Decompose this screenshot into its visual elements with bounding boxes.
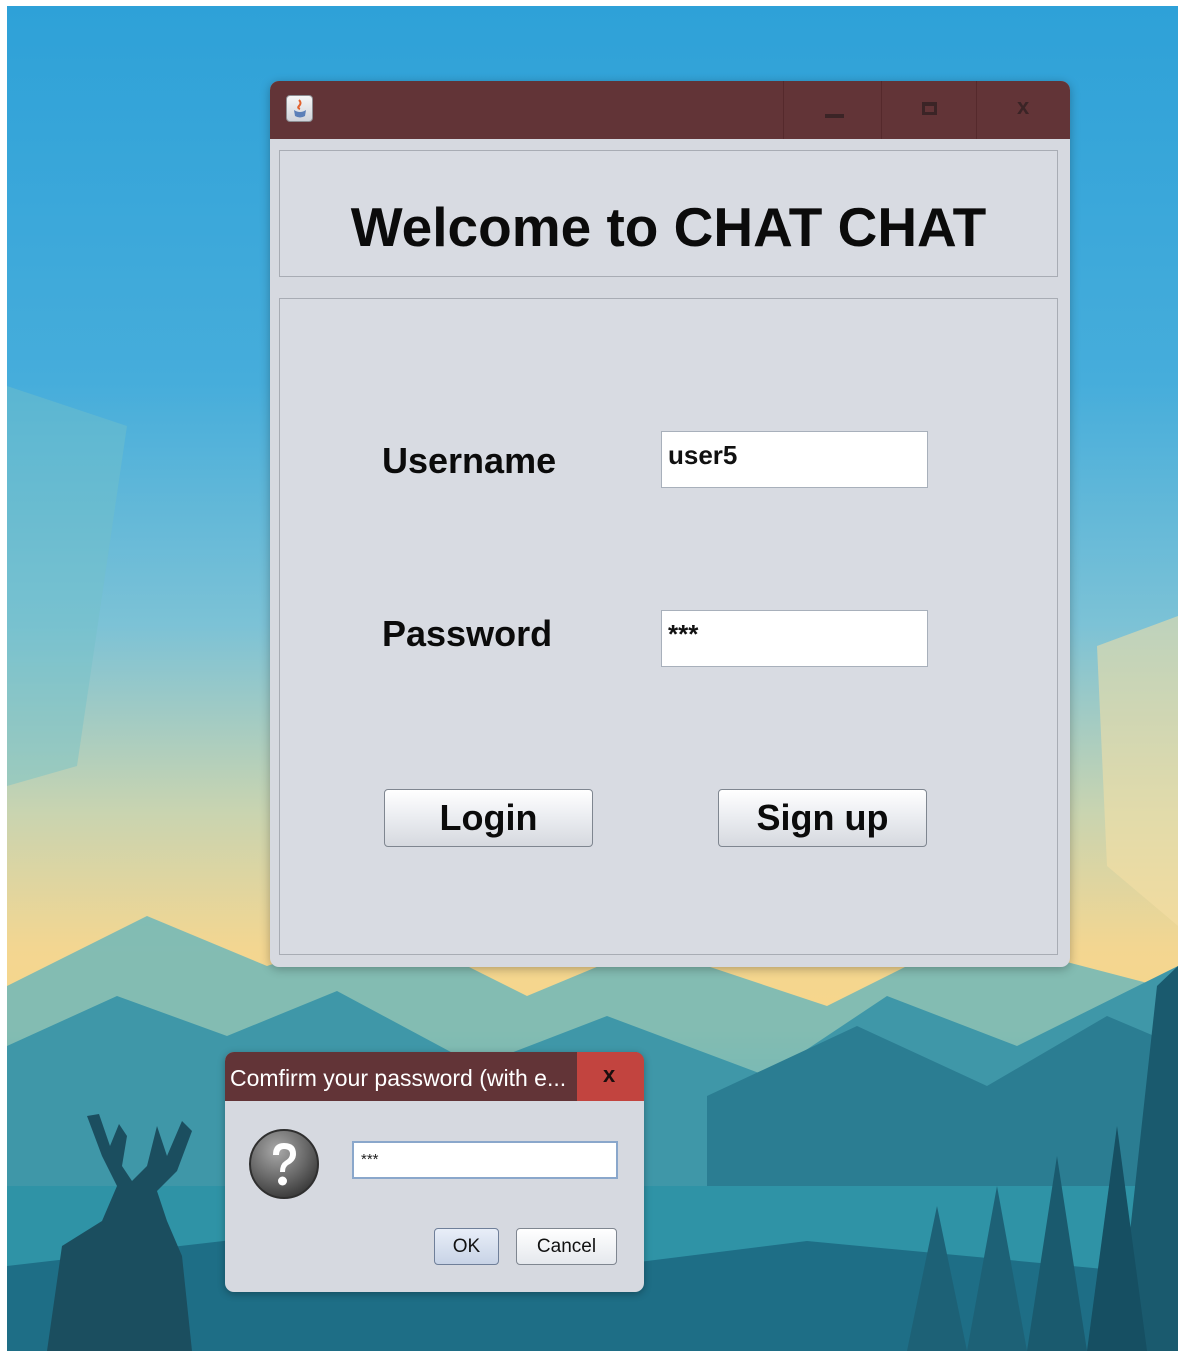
dialog-title: Comfirm your password (with e... (230, 1065, 567, 1091)
minimize-button[interactable] (783, 81, 877, 139)
welcome-title: Welcome to CHAT CHAT (350, 196, 987, 258)
maximize-button[interactable] (881, 81, 975, 139)
minimize-icon (825, 114, 844, 118)
username-field[interactable]: user5 (661, 431, 928, 488)
username-label: Username (382, 440, 557, 481)
sign-up-button[interactable]: Sign up (718, 789, 927, 847)
close-icon: x (1017, 94, 1030, 119)
password-field[interactable]: *** (661, 610, 928, 667)
dialog-titlebar[interactable]: Comfirm your password (with e... x (225, 1052, 644, 1101)
login-form-panel: Username user5 Password *** Login Sign u… (279, 298, 1058, 955)
login-window: x Welcome to CHAT CHAT Username user5 Pa… (270, 81, 1070, 967)
login-button[interactable]: Login (384, 789, 593, 847)
close-button[interactable]: x (976, 81, 1070, 139)
window-titlebar[interactable]: x (270, 81, 1070, 139)
confirm-password-dialog: Comfirm your password (with e... x *** O… (225, 1052, 644, 1292)
dialog-close-button[interactable]: x (577, 1052, 644, 1101)
close-icon: x (603, 1062, 616, 1087)
question-icon (249, 1129, 319, 1199)
confirm-password-input[interactable]: *** (352, 1141, 618, 1179)
password-label: Password (382, 613, 553, 654)
maximize-icon (922, 102, 937, 115)
desktop-wallpaper: x Welcome to CHAT CHAT Username user5 Pa… (7, 6, 1178, 1351)
java-app-icon (286, 95, 313, 122)
header-panel: Welcome to CHAT CHAT (279, 150, 1058, 277)
ok-button[interactable]: OK (434, 1228, 499, 1265)
cancel-button[interactable]: Cancel (516, 1228, 617, 1265)
